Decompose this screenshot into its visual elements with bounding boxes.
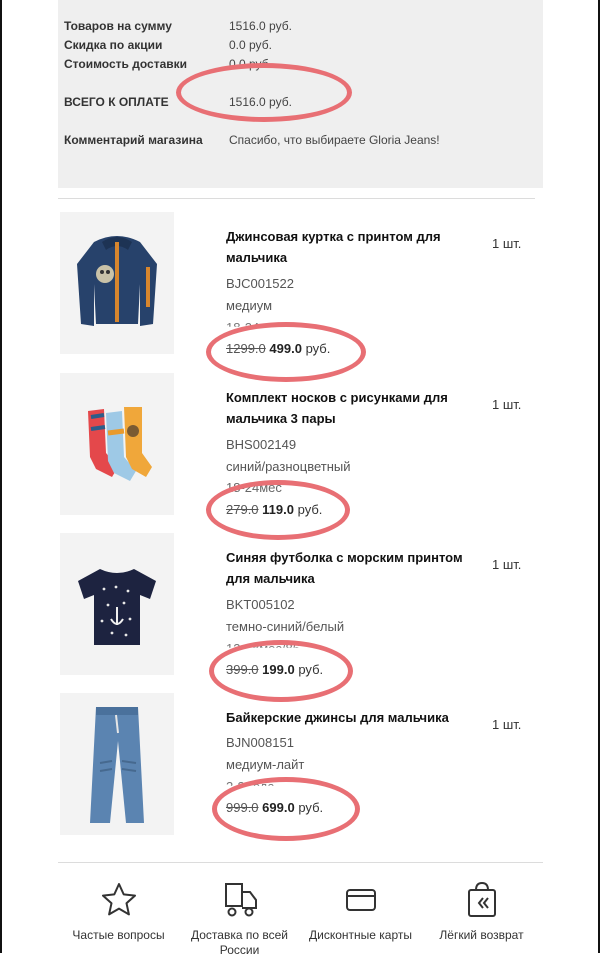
product-quantity: 1 шт. (492, 397, 522, 412)
summary-label: Стоимость доставки (64, 57, 188, 71)
nav-item-easy-return[interactable]: Лёгкий возврат (421, 868, 542, 953)
product-color: синий/разноцветный (226, 459, 351, 474)
product-color: медиум-лайт (226, 757, 305, 772)
nav-label: Частые вопросы (72, 928, 165, 942)
old-price: 279.0 (226, 502, 259, 517)
product-title[interactable]: Джинсовая куртка с принтом для мальчика (226, 226, 476, 268)
left-border (0, 0, 2, 953)
product-quantity: 1 шт. (492, 236, 522, 251)
bottom-navigation: Частые вопросы Доставка по всей России Д… (58, 868, 543, 957)
product-price: 1299.0 499.0 руб. (226, 341, 330, 356)
product-price: 999.0 699.0 руб. (226, 800, 323, 815)
product-sku: BHS002149 (226, 437, 297, 452)
currency: руб. (305, 341, 331, 356)
new-price: 199.0 (262, 662, 295, 677)
order-summary: Товаров на сумму 1516.0 руб. Скидка по а… (58, 0, 543, 188)
product-price: 399.0 199.0 руб. (226, 662, 323, 677)
product-image-tshirt[interactable] (60, 533, 174, 675)
card-icon (345, 889, 376, 911)
nav-item-delivery[interactable]: Доставка по всей России (179, 868, 300, 957)
star-icon (101, 883, 136, 916)
product-title[interactable]: Комплект носков с рисунками для мальчика… (226, 387, 476, 429)
product-price: 279.0 119.0 руб. (226, 502, 322, 517)
new-price: 699.0 (262, 800, 295, 815)
summary-value: Спасибо, что выбираете Gloria Jeans! (229, 133, 440, 147)
summary-value: 1516.0 руб. (229, 95, 292, 109)
product-quantity: 1 шт. (492, 557, 522, 572)
product-image-jeans[interactable] (60, 693, 174, 835)
summary-value: 0.0 руб. (229, 38, 272, 52)
summary-label: Товаров на сумму (64, 19, 172, 33)
product-quantity: 1 шт. (492, 717, 522, 732)
old-price: 1299.0 (226, 341, 266, 356)
product-sku: BKT005102 (226, 597, 295, 612)
currency: руб. (297, 502, 323, 517)
new-price: 499.0 (269, 341, 302, 356)
summary-label: Скидка по акции (64, 38, 163, 52)
product-size: 2-3 года (226, 779, 275, 794)
product-size: 18-24мес (226, 480, 282, 495)
old-price: 999.0 (226, 800, 259, 815)
product-title[interactable]: Байкерские джинсы для мальчика (226, 707, 476, 728)
return-bag-icon (467, 881, 496, 917)
product-item[interactable]: Байкерские джинсы для мальчика 1 шт. BJN… (58, 693, 543, 843)
divider (58, 198, 535, 199)
nav-label: Доставка по всей России (191, 928, 288, 957)
nav-label: Дисконтные карты (309, 928, 412, 942)
product-item[interactable]: Джинсовая куртка с принтом для мальчика … (58, 212, 543, 362)
product-size: 12-18мес/86 (226, 641, 300, 656)
product-image-socks[interactable] (60, 373, 174, 515)
product-title[interactable]: Синяя футболка с морским принтом для мал… (226, 547, 476, 589)
nav-item-discount-cards[interactable]: Дисконтные карты (300, 868, 421, 953)
product-size: 18-24мес/92 (226, 320, 300, 335)
nav-item-faq[interactable]: Частые вопросы (58, 868, 179, 953)
summary-value: 0.0 руб. (229, 57, 272, 71)
truck-icon (224, 883, 257, 917)
new-price: 119.0 (262, 502, 294, 517)
product-sku: BJN008151 (226, 735, 294, 750)
summary-value: 1516.0 руб. (229, 19, 292, 33)
product-item[interactable]: Синяя футболка с морским принтом для мал… (58, 533, 543, 683)
nav-label: Лёгкий возврат (439, 928, 524, 942)
product-color: темно-синий/белый (226, 619, 345, 634)
product-color: медиум (226, 298, 273, 313)
currency: руб. (298, 662, 324, 677)
summary-label: ВСЕГО К ОПЛАТЕ (64, 95, 169, 109)
product-item[interactable]: Комплект носков с рисунками для мальчика… (58, 373, 543, 523)
product-image-denim-jacket[interactable] (60, 212, 174, 354)
summary-label: Комментарий магазина (64, 133, 203, 147)
old-price: 399.0 (226, 662, 259, 677)
currency: руб. (298, 800, 324, 815)
product-sku: BJC001522 (226, 276, 294, 291)
divider (58, 862, 543, 863)
